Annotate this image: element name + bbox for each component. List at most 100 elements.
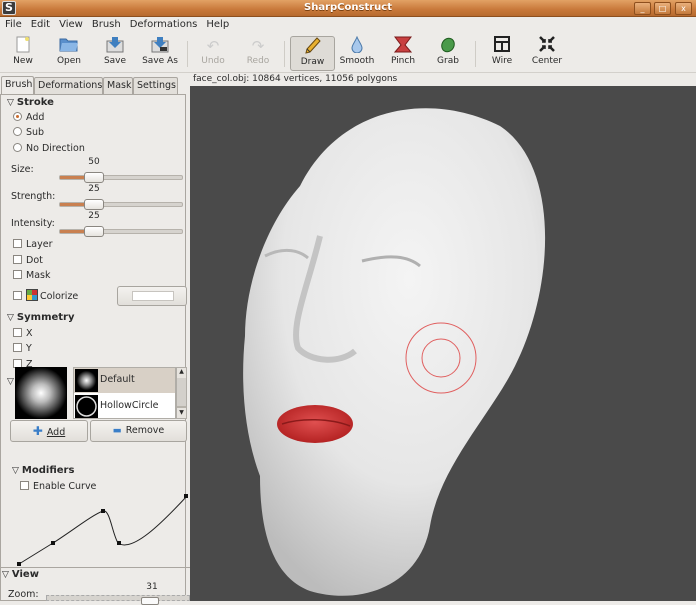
curve-point[interactable] <box>17 562 21 566</box>
radio-icon <box>13 127 22 136</box>
tab-bar: Brush Deformations Mask Settings <box>0 76 190 95</box>
curve-point[interactable] <box>101 509 105 513</box>
symmetry-y-checkbox[interactable]: Y <box>13 343 32 354</box>
save-as-icon <box>139 36 181 56</box>
curve-point[interactable] <box>184 494 188 498</box>
droplet-icon <box>338 35 376 56</box>
radio-icon <box>13 112 22 121</box>
pinch-button[interactable]: Pinch <box>386 36 420 71</box>
menu-bar: File Edit View Brush Deformations Help <box>0 17 696 35</box>
tab-settings[interactable]: Settings <box>133 77 178 95</box>
curve-line <box>18 495 188 565</box>
save-button[interactable]: Save <box>99 36 131 71</box>
zoom-slider[interactable] <box>46 595 190 605</box>
slider-thumb[interactable] <box>84 199 104 210</box>
menu-file[interactable]: File <box>0 17 26 30</box>
grab-stone-icon <box>432 36 464 56</box>
intensity-slider[interactable] <box>59 226 183 237</box>
window-title: SharpConstruct <box>304 2 392 13</box>
curve-point[interactable] <box>117 541 121 545</box>
open-button[interactable]: Open <box>53 36 85 71</box>
collapse-triangle-icon: ▽ <box>2 570 9 580</box>
close-button[interactable]: x <box>675 2 692 15</box>
tab-mask[interactable]: Mask <box>103 77 133 95</box>
wire-button[interactable]: Wire <box>487 36 517 71</box>
strength-value: 25 <box>88 184 100 194</box>
menu-brush[interactable]: Brush <box>87 17 125 30</box>
modifiers-header[interactable]: ▽ Modifiers <box>12 465 74 476</box>
scroll-thumb[interactable] <box>177 378 186 408</box>
shape-list-scrollbar[interactable]: ▲ ▼ <box>176 367 187 419</box>
shape-list[interactable]: Default HollowCircle <box>73 367 176 419</box>
save-as-button[interactable]: Save As <box>139 36 181 71</box>
checkbox-icon <box>13 255 22 264</box>
menu-deformations[interactable]: Deformations <box>125 17 202 30</box>
collapse-triangle-icon: ▽ <box>7 98 14 108</box>
smooth-button[interactable]: Smooth <box>338 35 376 71</box>
grab-button[interactable]: Grab <box>432 36 464 71</box>
size-slider[interactable] <box>59 172 183 183</box>
slider-thumb[interactable] <box>84 172 104 183</box>
add-shape-button[interactable]: ✚ Add <box>10 420 88 442</box>
layer-checkbox[interactable]: Layer <box>13 239 53 250</box>
menu-edit[interactable]: Edit <box>26 17 54 30</box>
stroke-sub-radio[interactable]: Sub <box>13 127 44 138</box>
symmetry-header[interactable]: ▽ Symmetry <box>7 312 75 323</box>
checkbox-icon <box>13 239 22 248</box>
zoom-label: Zoom: <box>8 589 39 600</box>
strength-label: Strength: <box>11 191 56 202</box>
checkbox-icon <box>13 343 22 352</box>
3d-canvas[interactable] <box>190 86 696 601</box>
maximize-button[interactable]: □ <box>654 2 671 15</box>
dot-checkbox[interactable]: Dot <box>13 255 43 266</box>
redo-button[interactable]: ↷ Redo <box>243 36 273 71</box>
size-value: 50 <box>88 157 100 167</box>
symmetry-x-checkbox[interactable]: X <box>13 328 33 339</box>
scroll-up-icon[interactable]: ▲ <box>177 368 186 377</box>
stroke-header[interactable]: ▽ Stroke <box>7 97 54 108</box>
colorize-color-button[interactable] <box>117 286 187 306</box>
shape-item-default[interactable]: Default <box>74 368 175 393</box>
mask-checkbox[interactable]: Mask <box>13 270 50 281</box>
shape-thumbnail-default <box>75 369 98 392</box>
stroke-no-direction-radio[interactable]: No Direction <box>13 143 85 154</box>
modifier-curve-editor[interactable] <box>12 493 190 571</box>
folder-icon <box>53 36 85 56</box>
enable-curve-checkbox[interactable]: Enable Curve <box>20 481 96 492</box>
radio-icon <box>13 143 22 152</box>
intensity-value: 25 <box>88 211 100 221</box>
scroll-down-icon[interactable]: ▼ <box>177 409 186 418</box>
toolbar: New Open Save Save As ↶ Undo ↷ Redo Draw… <box>0 35 696 73</box>
menu-help[interactable]: Help <box>201 17 233 30</box>
head-model[interactable] <box>190 86 696 601</box>
menu-view[interactable]: View <box>54 17 87 30</box>
viewport: face_col.obj: 10864 vertices, 11056 poly… <box>190 73 696 601</box>
tab-brush[interactable]: Brush <box>1 76 34 95</box>
center-button[interactable]: Center <box>530 36 564 71</box>
stroke-add-radio[interactable]: Add <box>13 112 44 123</box>
minus-icon: ▬ <box>112 425 122 436</box>
draw-button[interactable]: Draw <box>290 36 335 71</box>
tab-deformations[interactable]: Deformations <box>34 77 103 95</box>
colorize-checkbox[interactable]: Colorize <box>13 289 78 302</box>
undo-icon: ↶ <box>206 37 220 55</box>
slider-thumb[interactable] <box>141 597 159 605</box>
strength-slider[interactable] <box>59 199 183 210</box>
panel-divider <box>0 567 190 568</box>
redo-icon: ↷ <box>251 37 265 55</box>
remove-shape-button[interactable]: ▬ Remove <box>90 420 187 442</box>
size-label: Size: <box>11 164 34 175</box>
minimize-button[interactable]: _ <box>634 2 651 15</box>
save-icon <box>99 36 131 56</box>
collapse-triangle-icon: ▽ <box>7 313 14 323</box>
view-header[interactable]: ▽ View <box>2 569 39 580</box>
slider-thumb[interactable] <box>84 226 104 237</box>
curve-point[interactable] <box>51 541 55 545</box>
pencil-icon <box>291 37 334 57</box>
checkbox-icon <box>13 291 22 300</box>
new-button[interactable]: New <box>8 36 38 71</box>
undo-button[interactable]: ↶ Undo <box>198 36 228 71</box>
checkbox-icon <box>20 481 29 490</box>
shape-item-hollowcircle[interactable]: HollowCircle <box>74 394 175 419</box>
toolbar-separator <box>475 41 476 67</box>
